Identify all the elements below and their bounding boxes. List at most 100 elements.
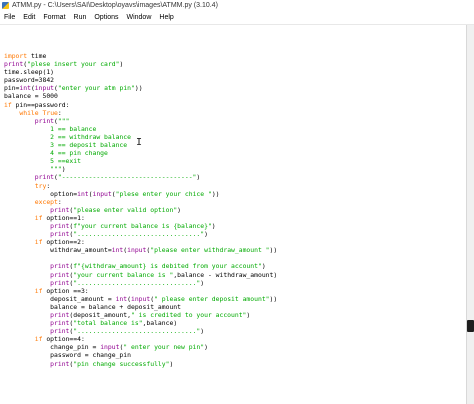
code-token: try bbox=[34, 181, 47, 190]
code-line[interactable]: print(deposit_amount," is credited to yo… bbox=[4, 311, 277, 319]
code-token: print bbox=[4, 60, 24, 69]
code-token: """ bbox=[57, 116, 70, 125]
code-line[interactable]: deposit_amount = int(input(" please ente… bbox=[4, 295, 277, 303]
code-token: " please enter deposit amount" bbox=[154, 294, 270, 303]
code-line[interactable]: if option==4: bbox=[4, 335, 277, 343]
window-title: ATMM.py - C:\Users\SAI\Desktop\oyavs\ima… bbox=[12, 2, 218, 9]
code-line[interactable]: print("total balance is",balance) bbox=[4, 319, 277, 327]
code-token: " is credited to your account" bbox=[130, 311, 247, 319]
code-line[interactable]: print("please enter valid option") bbox=[4, 206, 277, 214]
code-token: ) bbox=[169, 359, 174, 368]
code-token: option==4: bbox=[42, 335, 85, 344]
code-line[interactable]: print(""" bbox=[4, 117, 277, 125]
code-line[interactable]: password = change_pin bbox=[4, 351, 277, 359]
code-token: True bbox=[42, 108, 58, 117]
menu-edit[interactable]: Edit bbox=[19, 14, 39, 21]
code-line[interactable]: 4 == pin change bbox=[4, 149, 277, 157]
code-token: ) bbox=[61, 165, 66, 174]
code-token: import bbox=[4, 52, 28, 60]
code-token: ) bbox=[200, 278, 205, 287]
code-token: print bbox=[50, 359, 70, 368]
code-token: ) bbox=[211, 221, 216, 230]
code-line[interactable]: print("................................"… bbox=[4, 230, 277, 238]
code-line[interactable]: try: bbox=[4, 182, 277, 190]
code-line[interactable]: withdraw_amount=int(input("please enter … bbox=[4, 246, 277, 254]
code-line[interactable]: """) bbox=[4, 165, 277, 173]
code-line[interactable]: print("---------------------------------… bbox=[4, 173, 277, 181]
menu-file[interactable]: File bbox=[0, 14, 19, 21]
code-token: print bbox=[50, 262, 70, 271]
menu-options[interactable]: Options bbox=[90, 14, 122, 21]
code-token: )) bbox=[269, 294, 278, 303]
code-token: int bbox=[111, 246, 124, 255]
code-token: change_pin = bbox=[4, 343, 101, 352]
scrollbar[interactable] bbox=[466, 25, 474, 404]
code-token: input bbox=[100, 343, 120, 352]
code-line[interactable]: pin=int(input("enter your atm pin")) bbox=[4, 84, 277, 92]
code-text[interactable]: import time print("plese insert your card… bbox=[4, 52, 277, 368]
menu-window[interactable]: Window bbox=[122, 14, 155, 21]
menu-run[interactable]: Run bbox=[70, 14, 91, 21]
code-token: option ==3: bbox=[42, 286, 89, 295]
code-line[interactable]: 1 == balance bbox=[4, 125, 277, 133]
code-token: input bbox=[34, 84, 55, 93]
code-line[interactable]: if option ==3: bbox=[4, 287, 277, 295]
code-token: 3 == deposit balance bbox=[4, 141, 128, 150]
code-line[interactable]: 5 ==exit bbox=[4, 157, 277, 165]
code-line[interactable]: while True: bbox=[4, 109, 277, 117]
code-token: ) bbox=[119, 60, 124, 69]
code-line[interactable]: change_pin = input(" enter your new pin"… bbox=[4, 343, 277, 351]
code-line[interactable]: print(f"your current balance is {balance… bbox=[4, 222, 277, 230]
code-line[interactable]: print("...............................") bbox=[4, 279, 277, 287]
code-token: "pin change successfully" bbox=[73, 359, 170, 368]
code-editor[interactable]: import time print("plese insert your card… bbox=[0, 25, 466, 404]
code-token: balance = balance + deposit_amount bbox=[4, 302, 181, 311]
menu-format[interactable]: Format bbox=[39, 14, 69, 21]
code-token: input bbox=[130, 294, 151, 303]
code-line[interactable]: print(f"{withdraw_amount} is debited fro… bbox=[4, 262, 277, 270]
code-line[interactable]: balance = 5000 bbox=[4, 92, 277, 100]
code-line[interactable]: print("plese insert your card") bbox=[4, 60, 277, 68]
code-token: print bbox=[34, 116, 55, 125]
code-line[interactable]: password=3842 bbox=[4, 76, 277, 84]
code-token: print bbox=[50, 311, 70, 319]
code-token: print bbox=[50, 221, 70, 230]
code-token: 4 == pin change bbox=[4, 149, 108, 158]
window-titlebar: ATMM.py - C:\Users\SAI\Desktop\oyavs\ima… bbox=[0, 0, 474, 11]
code-line[interactable]: if option==1: bbox=[4, 214, 277, 222]
code-line[interactable]: if pin==password: bbox=[4, 101, 277, 109]
code-line[interactable]: time.sleep(1) bbox=[4, 68, 277, 76]
code-token: print bbox=[50, 270, 70, 279]
code-token: print bbox=[50, 327, 70, 336]
text-cursor-icon bbox=[136, 138, 140, 148]
scrollbar-thumb[interactable] bbox=[467, 320, 474, 332]
code-token: print bbox=[50, 230, 70, 239]
code-token: int bbox=[115, 294, 128, 303]
code-line[interactable]: if option==2: bbox=[4, 238, 277, 246]
code-line[interactable]: option=int(input("plese enter your chice… bbox=[4, 190, 277, 198]
code-line[interactable]: balance = balance + deposit_amount bbox=[4, 303, 277, 311]
code-token: time.sleep(1) bbox=[4, 68, 55, 77]
code-line[interactable]: print("your current balance is ",balance… bbox=[4, 271, 277, 279]
code-line[interactable]: print("...............................") bbox=[4, 327, 277, 335]
code-line[interactable]: print("pin change successfully") bbox=[4, 360, 277, 368]
code-token: "your current balance is " bbox=[73, 270, 174, 279]
code-token: if bbox=[4, 100, 12, 109]
code-token: "enter your atm pin" bbox=[57, 84, 135, 93]
menu-help[interactable]: Help bbox=[155, 14, 177, 21]
code-token: input bbox=[92, 189, 112, 198]
code-token: pin==password: bbox=[11, 100, 70, 109]
code-line[interactable]: import time bbox=[4, 52, 277, 60]
code-token: "please enter withdraw_amount " bbox=[150, 246, 270, 255]
code-line[interactable]: except: bbox=[4, 198, 277, 206]
code-token: f"your current balance is {balance}" bbox=[73, 221, 212, 230]
code-token: ) bbox=[204, 343, 208, 352]
code-line[interactable] bbox=[4, 254, 277, 262]
